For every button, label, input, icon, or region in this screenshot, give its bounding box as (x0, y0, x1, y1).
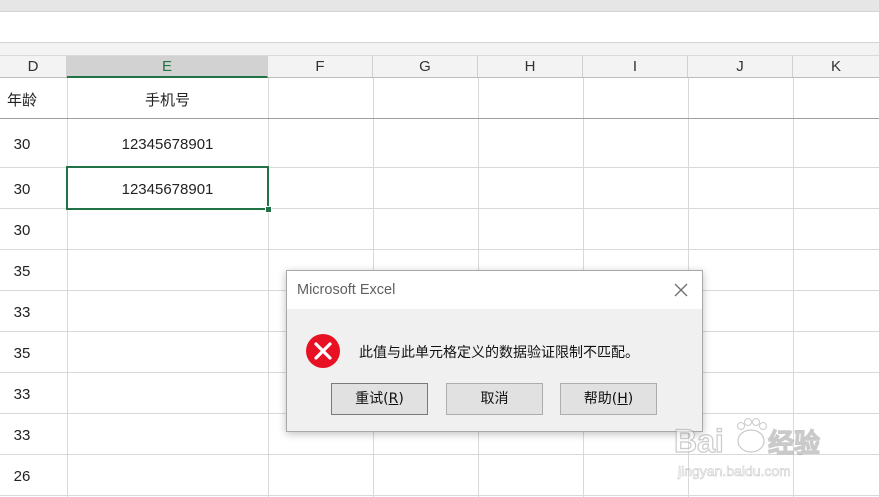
toolbar-gap (0, 43, 879, 56)
baidu-watermark: Bai 经验 jingyan.baidu.com (668, 414, 868, 490)
gridline-horizontal (0, 495, 879, 496)
cell-age[interactable]: 33 (0, 304, 44, 321)
column-header-i[interactable]: I (583, 56, 688, 77)
dialog-title: Microsoft Excel (297, 282, 396, 298)
error-icon (305, 333, 341, 369)
validation-error-dialog: Microsoft Excel 此值与此单元格定义的数据验证限制不匹配。 重试(… (286, 270, 703, 432)
dialog-message: 此值与此单元格定义的数据验证限制不匹配。 (359, 345, 639, 361)
column-header-k[interactable]: K (793, 56, 879, 77)
cell-age[interactable]: 26 (0, 468, 44, 485)
cell-phone[interactable]: 12345678901 (67, 136, 268, 153)
gridline-vertical (268, 78, 269, 497)
column-header-d[interactable]: D (0, 56, 67, 77)
cell-age[interactable]: 35 (0, 345, 44, 362)
retry-button[interactable]: 重试(R) (331, 383, 428, 415)
cancel-button[interactable]: 取消 (446, 383, 543, 415)
active-cell-selection[interactable] (66, 166, 269, 210)
column-header-j[interactable]: J (688, 56, 793, 77)
paw-icon (737, 418, 767, 453)
watermark-brand: Bai (674, 423, 724, 459)
cell-age[interactable]: 30 (0, 181, 44, 198)
watermark-url: jingyan.baidu.com (677, 463, 791, 479)
help-button[interactable]: 帮助(H) (560, 383, 657, 415)
cell-age[interactable]: 30 (0, 136, 44, 153)
gridline-horizontal (0, 118, 879, 119)
cell-phone-header[interactable]: 手机号 (67, 89, 268, 110)
formula-bar[interactable] (0, 12, 879, 43)
column-header-e[interactable]: E (67, 56, 268, 78)
cell-age-header[interactable]: 年龄 (0, 89, 44, 110)
dialog-titlebar[interactable]: Microsoft Excel (287, 271, 702, 309)
cell-age[interactable]: 33 (0, 386, 44, 403)
gridline-horizontal (0, 249, 879, 250)
column-header-row: D E F G H I J K (0, 56, 879, 78)
column-header-f[interactable]: F (268, 56, 373, 77)
cell-age[interactable]: 35 (0, 263, 44, 280)
close-icon[interactable] (670, 279, 692, 301)
watermark-suffix: 经验 (768, 428, 820, 459)
column-header-g[interactable]: G (373, 56, 478, 77)
fill-handle[interactable] (265, 206, 272, 213)
ribbon-strip (0, 0, 879, 12)
cell-age[interactable]: 33 (0, 427, 44, 444)
column-header-h[interactable]: H (478, 56, 583, 77)
cell-age[interactable]: 30 (0, 222, 44, 239)
